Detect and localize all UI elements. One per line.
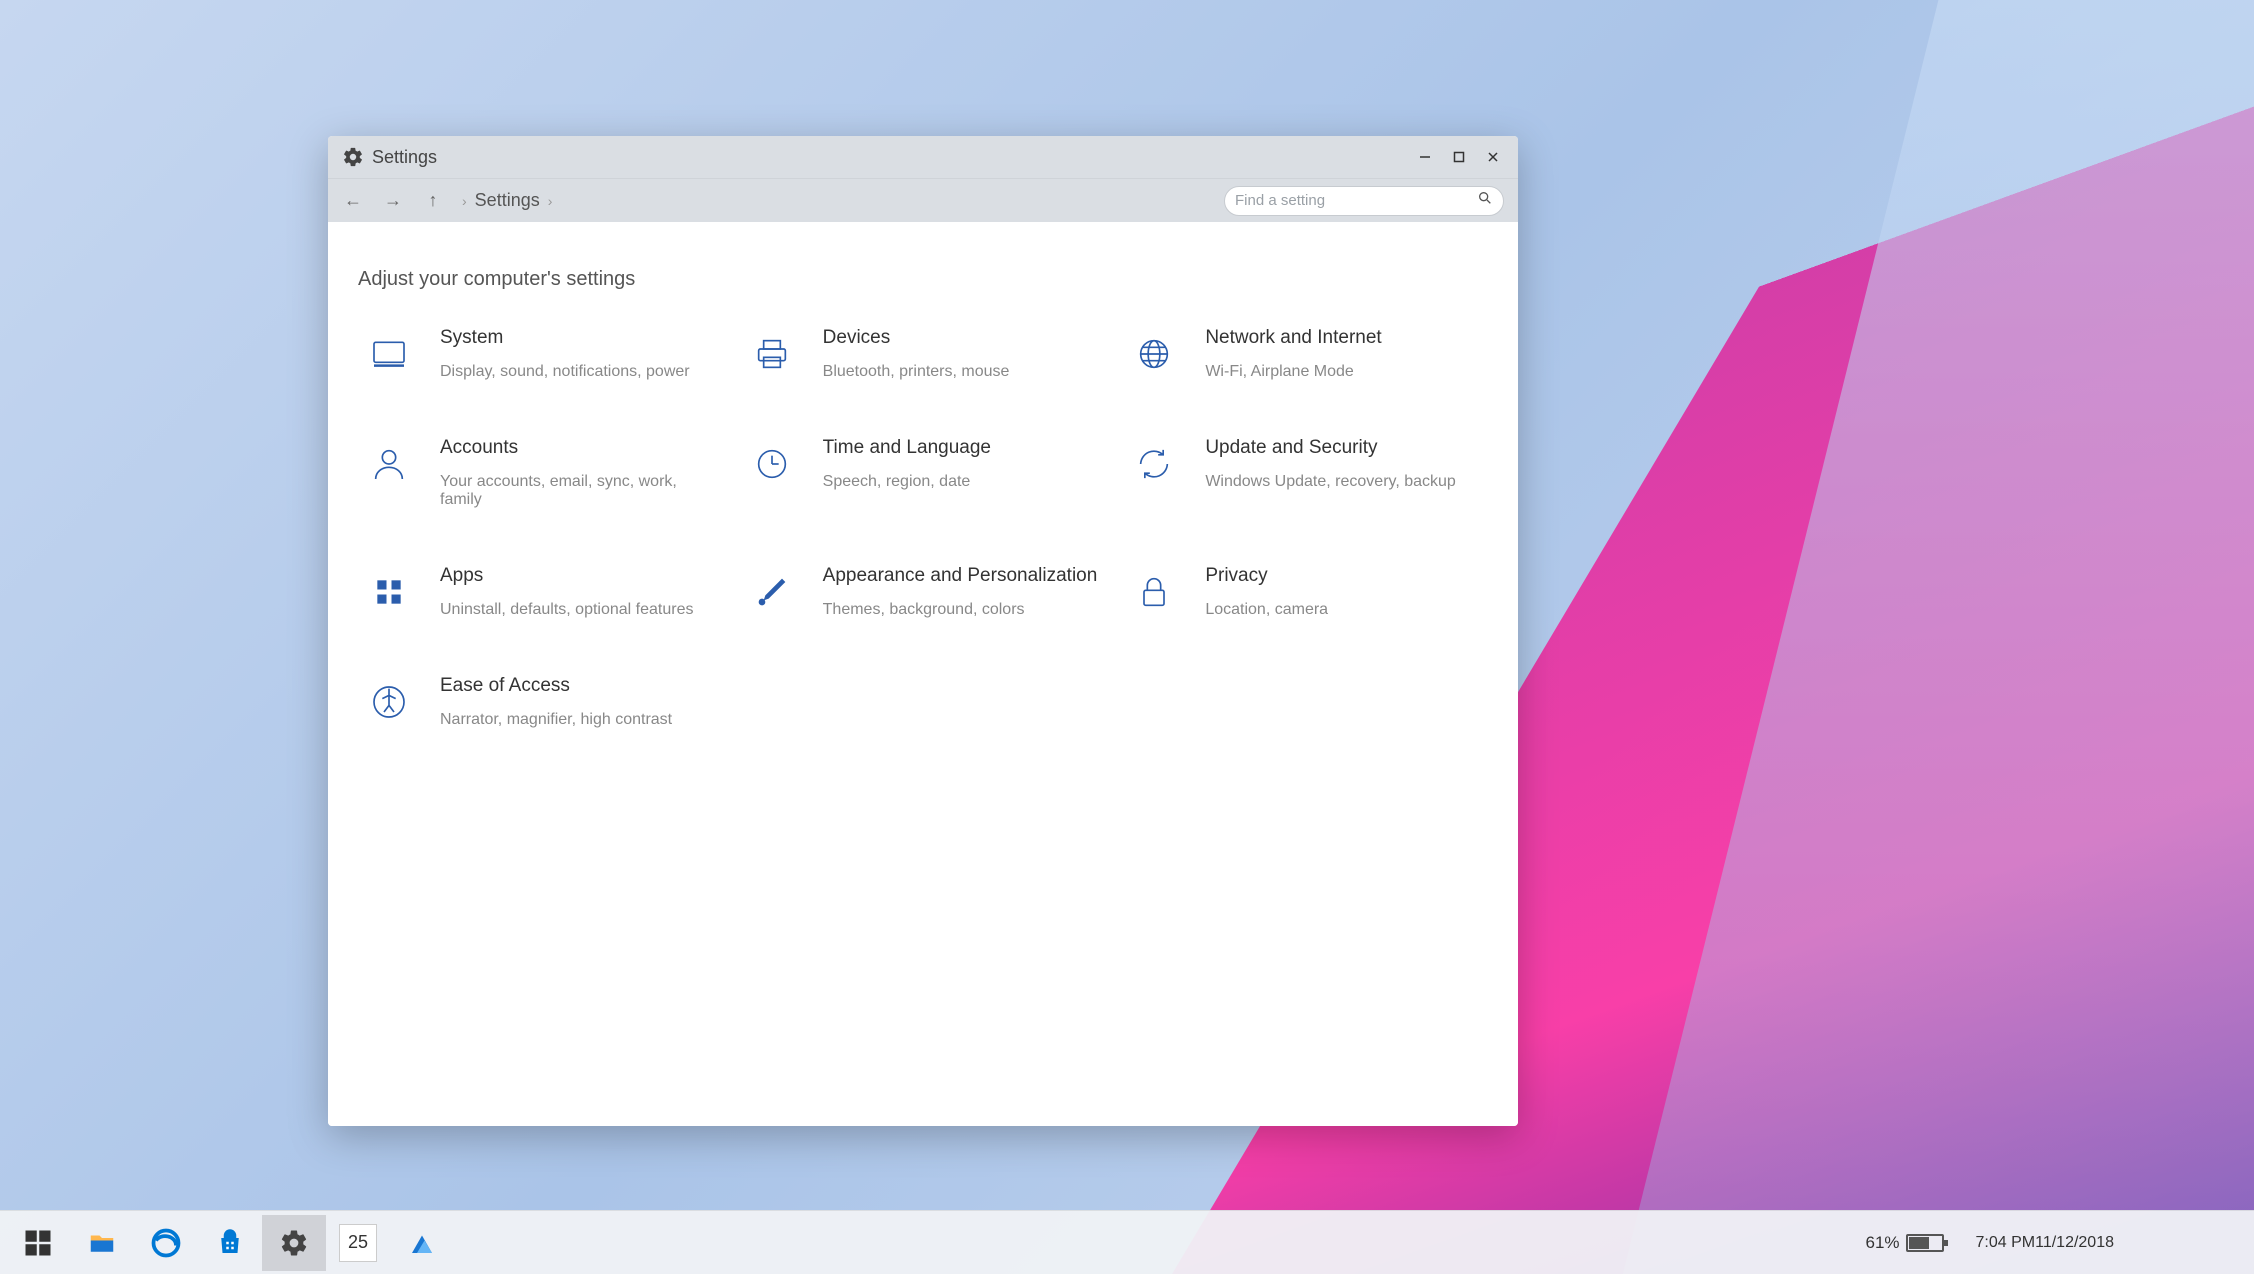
search-box[interactable] xyxy=(1224,186,1504,216)
category-subtitle: Uninstall, defaults, optional features xyxy=(440,601,693,619)
battery-icon xyxy=(1906,1234,1944,1252)
printer-icon xyxy=(747,329,797,379)
category-title: Devices xyxy=(823,327,1010,349)
store-button[interactable] xyxy=(198,1215,262,1271)
category-subtitle: Your accounts, email, sync, work, family xyxy=(440,473,717,509)
content-area: Adjust your computer's settings System D… xyxy=(328,222,1518,1126)
category-subtitle: Bluetooth, printers, mouse xyxy=(823,363,1010,381)
cortana-button[interactable] xyxy=(2198,1215,2214,1271)
close-button[interactable] xyxy=(1476,142,1510,172)
search-icon[interactable] xyxy=(1477,190,1493,211)
category-title: Privacy xyxy=(1205,565,1328,587)
category-system[interactable]: System Display, sound, notifications, po… xyxy=(364,327,717,381)
forward-button[interactable]: → xyxy=(376,186,410,216)
settings-taskbar-button[interactable] xyxy=(262,1215,326,1271)
system-tray: 61% 7:04 PM 11/12/2018 xyxy=(1767,1215,2248,1271)
category-subtitle: Speech, region, date xyxy=(823,473,991,491)
accessibility-icon xyxy=(364,677,414,727)
clock-button[interactable]: 7:04 PM 11/12/2018 xyxy=(1966,1215,2124,1271)
search-input[interactable] xyxy=(1235,192,1477,209)
chevron-right-icon: › xyxy=(462,193,467,209)
file-explorer-button[interactable] xyxy=(70,1215,134,1271)
category-ease-of-access[interactable]: Ease of Access Narrator, magnifier, high… xyxy=(364,675,717,729)
clock-date: 11/12/2018 xyxy=(2035,1233,2114,1252)
search-button[interactable] xyxy=(2168,1215,2184,1271)
category-subtitle: Windows Update, recovery, backup xyxy=(1205,473,1455,491)
globe-icon xyxy=(1129,329,1179,379)
edge-browser-button[interactable] xyxy=(134,1215,198,1271)
person-icon xyxy=(364,439,414,489)
calendar-day: 25 xyxy=(339,1224,377,1262)
category-grid: System Display, sound, notifications, po… xyxy=(354,327,1492,729)
volume-button[interactable] xyxy=(1797,1215,1813,1271)
category-network[interactable]: Network and Internet Wi-Fi, Airplane Mod… xyxy=(1129,327,1482,381)
task-view-button[interactable] xyxy=(2138,1215,2154,1271)
window-title: Settings xyxy=(372,147,437,168)
category-title: Network and Internet xyxy=(1205,327,1381,349)
category-subtitle: Wi-Fi, Airplane Mode xyxy=(1205,363,1381,381)
category-title: Ease of Access xyxy=(440,675,672,697)
category-subtitle: Location, camera xyxy=(1205,601,1328,619)
titlebar[interactable]: Settings xyxy=(328,136,1518,178)
start-button[interactable] xyxy=(6,1215,70,1271)
category-title: Accounts xyxy=(440,437,717,459)
back-button[interactable]: ← xyxy=(336,186,370,216)
wifi-button[interactable] xyxy=(1827,1215,1843,1271)
clock-icon xyxy=(747,439,797,489)
apps-grid-icon xyxy=(364,567,414,617)
breadcrumb[interactable]: › Settings › xyxy=(462,190,552,211)
up-button[interactable]: ↑ xyxy=(416,186,450,216)
app-button[interactable] xyxy=(390,1215,454,1271)
category-title: System xyxy=(440,327,690,349)
clock-time: 7:04 PM xyxy=(1976,1233,2036,1252)
calendar-button[interactable]: 25 xyxy=(326,1215,390,1271)
tray-overflow-button[interactable] xyxy=(1767,1215,1783,1271)
category-subtitle: Themes, background, colors xyxy=(823,601,1098,619)
battery-indicator[interactable]: 61% xyxy=(1857,1215,1951,1271)
category-title: Update and Security xyxy=(1205,437,1455,459)
menu-button[interactable] xyxy=(2228,1215,2244,1271)
category-subtitle: Display, sound, notifications, power xyxy=(440,363,690,381)
category-title: Appearance and Personalization xyxy=(823,565,1098,587)
monitor-icon xyxy=(364,329,414,379)
maximize-button[interactable] xyxy=(1442,142,1476,172)
navbar: ← → ↑ › Settings › xyxy=(328,178,1518,222)
category-apps[interactable]: Apps Uninstall, defaults, optional featu… xyxy=(364,565,717,619)
battery-percent: 61% xyxy=(1865,1233,1899,1253)
category-update-security[interactable]: Update and Security Windows Update, reco… xyxy=(1129,437,1482,509)
chevron-right-icon: › xyxy=(548,193,553,209)
gear-icon xyxy=(342,146,364,168)
page-heading: Adjust your computer's settings xyxy=(358,268,1492,291)
breadcrumb-label: Settings xyxy=(475,190,540,211)
category-accounts[interactable]: Accounts Your accounts, email, sync, wor… xyxy=(364,437,717,509)
category-time-language[interactable]: Time and Language Speech, region, date xyxy=(747,437,1100,509)
category-personalization[interactable]: Appearance and Personalization Themes, b… xyxy=(747,565,1100,619)
brush-icon xyxy=(747,567,797,617)
settings-window: Settings ← → ↑ › Settings › Adjust your … xyxy=(328,136,1518,1126)
category-title: Time and Language xyxy=(823,437,991,459)
category-title: Apps xyxy=(440,565,693,587)
minimize-button[interactable] xyxy=(1408,142,1442,172)
category-privacy[interactable]: Privacy Location, camera xyxy=(1129,565,1482,619)
category-devices[interactable]: Devices Bluetooth, printers, mouse xyxy=(747,327,1100,381)
sync-icon xyxy=(1129,439,1179,489)
category-subtitle: Narrator, magnifier, high contrast xyxy=(440,711,672,729)
lock-icon xyxy=(1129,567,1179,617)
taskbar: 25 61% 7:04 PM 11/12/2018 xyxy=(0,1210,2254,1274)
